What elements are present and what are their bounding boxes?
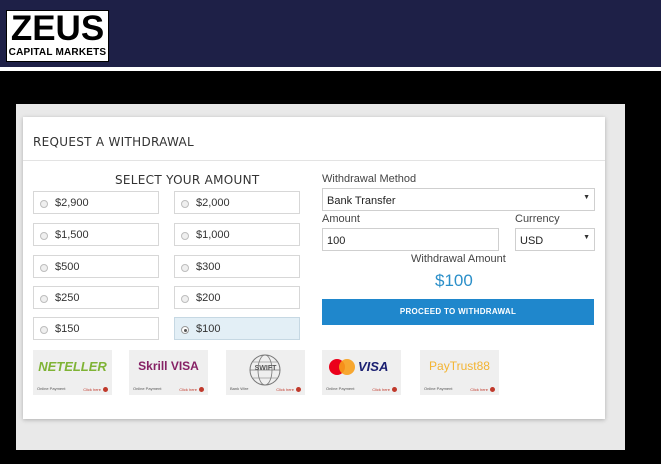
amount-option[interactable]: $1,000 xyxy=(174,223,300,246)
currency-select[interactable]: USD ▼ xyxy=(515,228,595,251)
click-here-link[interactable]: Click here xyxy=(276,387,301,392)
click-here-link[interactable]: Click here xyxy=(372,387,397,392)
radio-icon[interactable] xyxy=(40,200,48,208)
amount-option[interactable]: $300 xyxy=(174,255,300,278)
radio-selected-icon[interactable] xyxy=(181,326,189,334)
amount-option-label: $1,500 xyxy=(55,229,89,241)
amount-option[interactable]: $500 xyxy=(33,255,159,278)
amount-option-label: $200 xyxy=(196,292,221,304)
amount-option[interactable]: $200 xyxy=(174,286,300,309)
withdrawal-method-select[interactable]: Bank Transfer ▼ xyxy=(322,188,595,211)
payment-method-swift[interactable]: SWIFT Bank Wire Click here xyxy=(226,350,305,395)
amount-option-label: $100 xyxy=(196,323,221,335)
amount-option[interactable]: $150 xyxy=(33,317,159,340)
click-here-link[interactable]: Click here xyxy=(83,387,108,392)
neteller-logo: NETELLER xyxy=(38,359,107,374)
radio-icon[interactable] xyxy=(40,264,48,272)
amount-label: Amount xyxy=(322,213,360,225)
mastercard-icon xyxy=(329,359,355,375)
radio-icon[interactable] xyxy=(40,326,48,334)
radio-icon[interactable] xyxy=(181,232,189,240)
amount-option[interactable]: $1,500 xyxy=(33,223,159,246)
card-divider xyxy=(23,160,605,161)
payment-caption: Online Payment xyxy=(133,386,162,391)
visa-logo: VISA xyxy=(358,359,389,374)
withdrawal-amount-label: Withdrawal Amount xyxy=(411,253,506,265)
amount-option-label: $250 xyxy=(55,292,80,304)
swift-logo-text: SWIFT xyxy=(254,365,277,372)
radio-icon[interactable] xyxy=(40,232,48,240)
payment-caption: Online Payment xyxy=(37,386,66,391)
amount-option-label: $1,000 xyxy=(196,229,230,241)
payment-caption: Online Payment xyxy=(424,386,453,391)
payment-caption: Online Payment xyxy=(326,386,355,391)
radio-icon[interactable] xyxy=(40,295,48,303)
select-amount-title: SELECT YOUR AMOUNT xyxy=(115,173,260,187)
click-here-link[interactable]: Click here xyxy=(470,387,495,392)
dropdown-arrow-icon: ▼ xyxy=(583,194,590,201)
paytrust-logo: PayTrust88 xyxy=(429,359,490,373)
zeus-logo[interactable]: ZEUS CAPITAL MARKETS xyxy=(6,10,109,62)
click-here-link[interactable]: Click here xyxy=(179,387,204,392)
amount-option-selected[interactable]: $100 xyxy=(174,317,300,340)
amount-option-label: $2,000 xyxy=(196,197,230,209)
withdrawal-method-value: Bank Transfer xyxy=(327,195,396,207)
withdrawal-card: REQUEST A WITHDRAWAL SELECT YOUR AMOUNT … xyxy=(23,117,605,419)
site-header: ZEUS CAPITAL MARKETS xyxy=(0,0,661,67)
proceed-to-withdrawal-button[interactable]: PROCEED TO WITHDRAWAL xyxy=(322,299,594,325)
payment-method-mastercard-visa[interactable]: VISA Online Payment Click here xyxy=(322,350,401,395)
payment-method-neteller[interactable]: NETELLER Online Payment Click here xyxy=(33,350,112,395)
logo-subtitle: CAPITAL MARKETS xyxy=(8,47,107,58)
card-title: REQUEST A WITHDRAWAL xyxy=(33,135,195,149)
radio-icon[interactable] xyxy=(181,264,189,272)
currency-value: USD xyxy=(520,235,544,247)
amount-option[interactable]: $250 xyxy=(33,286,159,309)
withdrawal-method-label: Withdrawal Method xyxy=(322,173,417,185)
amount-input-value: 100 xyxy=(327,235,346,247)
payment-method-paytrust[interactable]: PayTrust88 Online Payment Click here xyxy=(420,350,499,395)
amount-option[interactable]: $2,900 xyxy=(33,191,159,214)
amount-option-label: $300 xyxy=(196,261,221,273)
radio-icon[interactable] xyxy=(181,295,189,303)
withdrawal-amount-value: $100 xyxy=(435,271,473,290)
dropdown-arrow-icon: ▼ xyxy=(583,234,590,241)
radio-icon[interactable] xyxy=(181,200,189,208)
amount-option-label: $2,900 xyxy=(55,197,89,209)
payment-method-skrill-visa[interactable]: Skrill VISA Online Payment Click here xyxy=(129,350,208,395)
skrill-visa-logo: Skrill VISA xyxy=(138,359,199,373)
payment-caption: Bank Wire xyxy=(230,386,249,391)
amount-option-label: $500 xyxy=(55,261,80,273)
logo-wordmark: ZEUS xyxy=(10,9,105,48)
amount-option[interactable]: $2,000 xyxy=(174,191,300,214)
amount-input[interactable]: 100 xyxy=(322,228,499,251)
amount-option-label: $150 xyxy=(55,323,80,335)
currency-label: Currency xyxy=(515,213,560,225)
